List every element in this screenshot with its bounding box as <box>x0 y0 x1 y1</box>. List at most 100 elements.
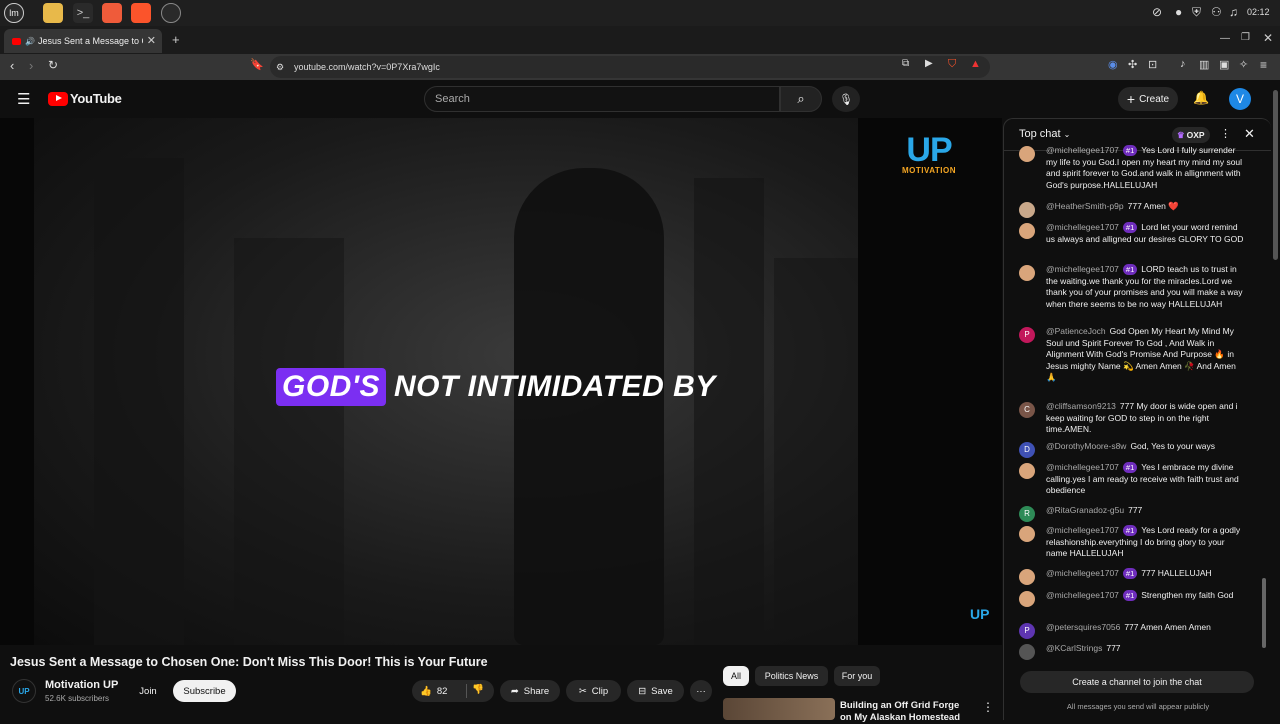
media-icon[interactable]: ♪ <box>1180 58 1186 70</box>
forward-icon[interactable]: › <box>29 58 33 73</box>
chat-message[interactable]: @michellegee1707 #1 LORD teach us to trust… <box>1004 264 1254 310</box>
chat-avatar[interactable] <box>1019 591 1035 607</box>
recommended-more-icon[interactable]: ⋮ <box>982 700 994 714</box>
account-avatar[interactable]: V <box>1229 88 1251 110</box>
url-field[interactable]: ⚙ youtube.com/watch?v=0P7Xra7wgIc <box>270 56 990 78</box>
volume-icon[interactable]: ♫ <box>1229 5 1238 19</box>
new-tab-button[interactable]: + <box>172 32 180 47</box>
chat-avatar[interactable] <box>1019 569 1035 585</box>
like-count[interactable]: 82 <box>437 686 448 697</box>
shield-icon[interactable]: ⛨ <box>1192 5 1201 20</box>
notifications-bell-icon[interactable]: 🔔 <box>1193 90 1209 106</box>
wallet-icon[interactable]: ▣ <box>1219 58 1229 71</box>
chat-author[interactable]: @michellegee1707 <box>1046 525 1119 535</box>
chat-avatar[interactable] <box>1019 223 1035 239</box>
chat-author[interactable]: @DorothyMoore-s8w <box>1046 441 1126 451</box>
recommended-video-title[interactable]: Building an Off Grid Forge on My Alaskan… <box>840 700 970 724</box>
network-icon[interactable]: ⚇ <box>1211 5 1222 19</box>
chat-more-icon[interactable]: ⋮ <box>1220 127 1231 140</box>
chat-author[interactable]: @michellegee1707 <box>1046 568 1119 578</box>
channel-avatar[interactable]: UP <box>12 679 36 703</box>
chat-author[interactable]: @PatienceJoch <box>1046 326 1106 336</box>
chat-scrollbar[interactable] <box>1262 578 1266 648</box>
chat-avatar[interactable] <box>1019 526 1035 542</box>
chat-author[interactable]: @HeatherSmith-p9p <box>1046 201 1124 211</box>
close-chat-icon[interactable]: ✕ <box>1244 126 1255 142</box>
chip-politics-news[interactable]: Politics News <box>755 666 828 686</box>
thumbs-down-icon[interactable]: 👎 <box>472 684 484 695</box>
more-actions-button[interactable]: ··· <box>690 680 712 702</box>
minimize-icon[interactable]: — <box>1220 33 1230 44</box>
bookmark-icon[interactable]: 🔖 <box>250 58 264 71</box>
chat-message[interactable]: @michellegee1707 #1 Lord let your word rem… <box>1004 222 1254 245</box>
chat-message[interactable]: @michellegee1707 #1 Yes Lord I fully surre… <box>1004 145 1254 191</box>
create-button[interactable]: + Create <box>1118 87 1178 111</box>
chat-avatar[interactable] <box>1019 146 1035 162</box>
chat-avatar[interactable]: P <box>1019 623 1035 639</box>
chat-avatar[interactable]: R <box>1019 506 1035 522</box>
scrollbar-thumb[interactable] <box>1273 90 1278 260</box>
subscribe-button[interactable]: Subscribe <box>173 680 236 702</box>
chat-message[interactable]: D @DorothyMoore-s8w God, Yes to your ways <box>1004 441 1254 458</box>
chat-author[interactable]: @michellegee1707 <box>1046 590 1119 600</box>
settings-app-icon[interactable] <box>161 3 181 23</box>
chat-avatar[interactable] <box>1019 644 1035 660</box>
hamburger-menu-icon[interactable]: ☰ <box>17 90 30 108</box>
site-info-icon[interactable]: ⚙ <box>276 56 284 78</box>
youtube-logo[interactable]: YouTube <box>48 91 122 106</box>
reload-icon[interactable]: ↻ <box>48 58 58 72</box>
chat-author[interactable]: @KCarlStrings <box>1046 643 1102 653</box>
chat-message[interactable]: P @PatienceJoch God Open My Heart My Mind … <box>1004 326 1254 384</box>
points-badge[interactable]: ♛ OXP <box>1172 127 1210 143</box>
brave-rewards-icon[interactable]: ▲ <box>970 58 981 70</box>
chat-mode-dropdown[interactable]: Top chat ⌄ <box>1019 128 1070 140</box>
close-window-icon[interactable]: ✕ <box>1263 31 1273 45</box>
chat-author[interactable]: @petersquires7056 <box>1046 622 1120 632</box>
tab-close-icon[interactable]: ✕ <box>147 34 156 47</box>
voice-search-button[interactable]: 🎙 <box>832 86 860 112</box>
menu-icon[interactable]: ≡ <box>1260 58 1267 72</box>
chat-message[interactable]: @michellegee1707 #1 Yes I embrace my divin… <box>1004 462 1254 497</box>
chat-author[interactable]: @michellegee1707 <box>1046 264 1119 274</box>
chip-for-you[interactable]: For you <box>834 666 880 686</box>
join-button[interactable]: Join <box>134 680 162 702</box>
screenshot-icon[interactable]: ⊡ <box>1148 58 1157 71</box>
chat-avatar[interactable] <box>1019 202 1035 218</box>
recommended-video-thumbnail[interactable] <box>723 698 835 720</box>
chat-message[interactable]: @HeatherSmith-p9p 777 Amen ❤️ <box>1004 201 1254 218</box>
save-button[interactable]: ⊟ Save <box>627 680 684 702</box>
terminal-app-icon[interactable]: >_ <box>73 3 93 23</box>
chat-author[interactable]: @michellegee1707 <box>1046 462 1119 472</box>
os-menu-icon[interactable]: lm <box>4 3 24 23</box>
chat-avatar[interactable]: D <box>1019 442 1035 458</box>
chat-avatar[interactable]: P <box>1019 327 1035 343</box>
cast-icon[interactable]: ▶ <box>925 58 933 69</box>
maximize-icon[interactable]: ❐ <box>1241 32 1250 43</box>
brave-browser-icon[interactable] <box>131 3 151 23</box>
chat-message[interactable]: C @cliffsamson9213 777 My door is wide ope… <box>1004 401 1254 436</box>
chat-message[interactable]: P @petersquires7056 777 Amen Amen Amen <box>1004 622 1254 639</box>
back-icon[interactable]: ‹ <box>10 58 14 73</box>
browser-tab[interactable]: 🔊 Jesus Sent a Message to C ✕ <box>4 29 162 53</box>
search-button[interactable]: ⌕ <box>780 86 822 112</box>
thumbs-up-icon[interactable]: 👍 <box>420 686 432 697</box>
chip-all[interactable]: All <box>723 666 749 686</box>
chat-message[interactable]: R @RitaGranadoz-g5u 777 <box>1004 505 1254 522</box>
video-player[interactable]: GOD'S NOT INTIMIDATED BY UP MOTIVATION U… <box>0 118 1002 645</box>
chat-avatar[interactable] <box>1019 265 1035 281</box>
chat-message[interactable]: @michellegee1707 #1 Strengthen my faith Go… <box>1004 590 1254 607</box>
chat-avatar[interactable]: C <box>1019 402 1035 418</box>
update-icon[interactable]: ⊘ <box>1152 5 1162 19</box>
picture-in-picture-icon[interactable]: ⧉ <box>902 58 909 69</box>
clip-button[interactable]: ✂ Clip <box>566 680 621 702</box>
puzzle-icon[interactable]: ✣ <box>1128 58 1137 71</box>
chat-author[interactable]: @michellegee1707 <box>1046 145 1119 155</box>
search-input[interactable]: Search <box>424 86 780 112</box>
share-button[interactable]: ➦ Share <box>500 680 560 702</box>
chat-message[interactable]: @michellegee1707 #1 Yes Lord ready for a g… <box>1004 525 1254 560</box>
files-app-icon[interactable] <box>43 3 63 23</box>
app-launcher-icon[interactable] <box>102 3 122 23</box>
chat-message[interactable]: @KCarlStrings 777 <box>1004 643 1254 660</box>
chat-author[interactable]: @michellegee1707 <box>1046 222 1119 232</box>
chat-author[interactable]: @RitaGranadoz-g5u <box>1046 505 1124 515</box>
